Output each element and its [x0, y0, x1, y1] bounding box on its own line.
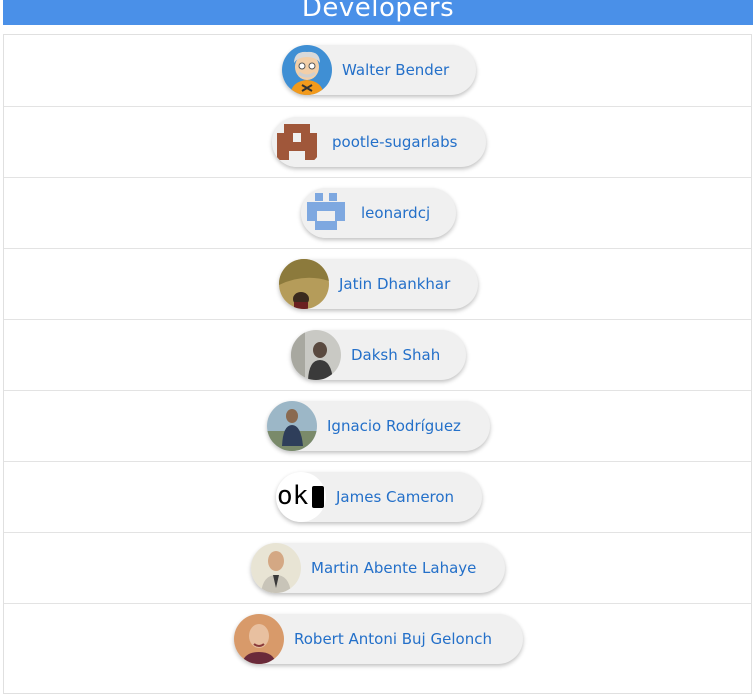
- developer-name-link[interactable]: leonardcj: [361, 188, 430, 238]
- list-item: Ignacio Rodríguez: [4, 390, 751, 461]
- developer-chip[interactable]: Martin Abente Lahaye: [251, 543, 505, 593]
- list-item: ok James Cameron: [4, 461, 751, 532]
- photo-avatar-icon: [279, 259, 329, 309]
- ok-logo-text: ok: [277, 481, 309, 511]
- page-header: Developers: [3, 0, 753, 25]
- developer-chip[interactable]: pootle-sugarlabs: [272, 117, 486, 167]
- developer-list: Walter Bender pootle-sugarlabs leonardcj…: [3, 34, 752, 694]
- developer-name-link[interactable]: Walter Bender: [342, 45, 449, 95]
- photo-avatar-icon: [267, 401, 317, 451]
- developer-name-link[interactable]: Ignacio Rodríguez: [327, 401, 461, 451]
- photo-avatar-icon: [251, 543, 301, 593]
- list-item: leonardcj: [4, 177, 751, 248]
- list-item: Martin Abente Lahaye: [4, 532, 751, 603]
- list-item: Daksh Shah: [4, 319, 751, 390]
- developer-name-link[interactable]: Robert Antoni Buj Gelonch: [294, 614, 492, 664]
- developer-chip[interactable]: Jatin Dhankhar: [279, 259, 478, 309]
- developer-chip[interactable]: ok James Cameron: [276, 472, 482, 522]
- cartoon-person-avatar-icon: [282, 45, 332, 95]
- photo-avatar-icon: [291, 330, 341, 380]
- developer-chip[interactable]: Ignacio Rodríguez: [267, 401, 490, 451]
- list-item: pootle-sugarlabs: [4, 106, 751, 177]
- developer-name-link[interactable]: Daksh Shah: [351, 330, 440, 380]
- photo-avatar-icon: [234, 614, 284, 664]
- developer-name-link[interactable]: Jatin Dhankhar: [339, 259, 450, 309]
- developer-chip[interactable]: Robert Antoni Buj Gelonch: [234, 614, 523, 664]
- list-item: Walter Bender: [4, 35, 751, 106]
- developer-chip[interactable]: Walter Bender: [282, 45, 476, 95]
- identicon-avatar-icon: [272, 117, 322, 167]
- list-item: Jatin Dhankhar: [4, 248, 751, 319]
- developer-chip[interactable]: leonardcj: [301, 188, 456, 238]
- developer-name-link[interactable]: Martin Abente Lahaye: [311, 543, 476, 593]
- identicon-avatar-icon: [301, 188, 351, 238]
- developer-chip[interactable]: Daksh Shah: [291, 330, 466, 380]
- ok-logo-avatar-icon: ok: [276, 472, 326, 522]
- list-item: Robert Antoni Buj Gelonch: [4, 603, 751, 674]
- developer-name-link[interactable]: James Cameron: [336, 472, 454, 522]
- developer-name-link[interactable]: pootle-sugarlabs: [332, 117, 457, 167]
- page-title: Developers: [301, 0, 455, 23]
